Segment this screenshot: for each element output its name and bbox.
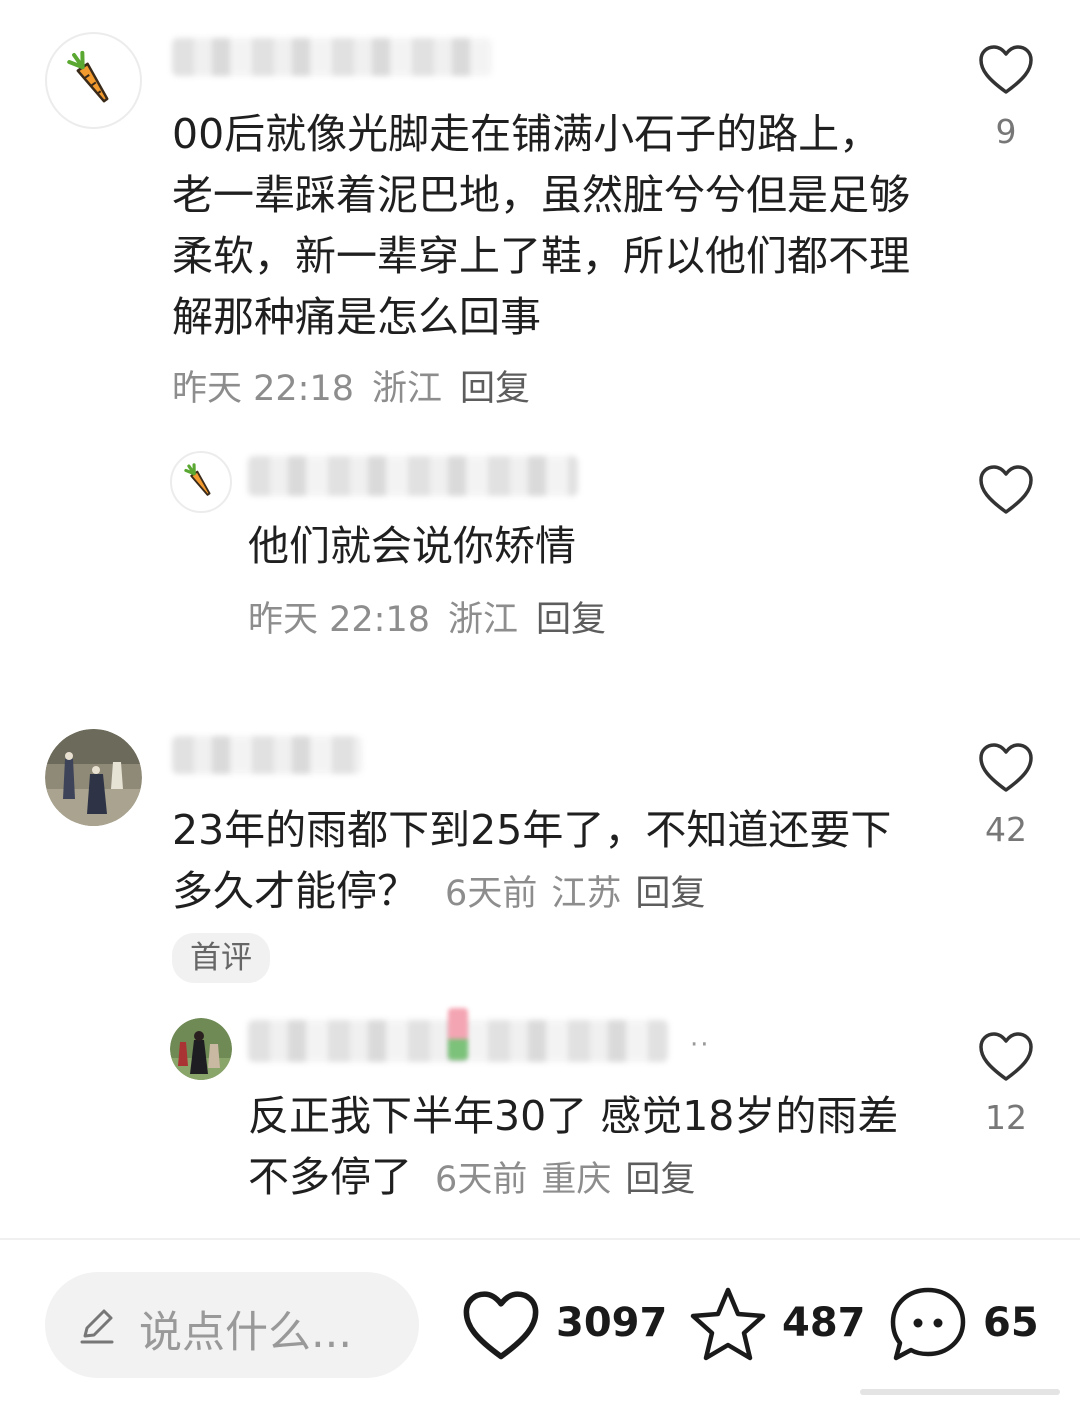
username-blurred[interactable]	[172, 736, 362, 774]
heart-outline-icon[interactable]	[462, 1290, 540, 1362]
chat-bubble-icon[interactable]	[888, 1285, 968, 1365]
like-count: 42	[985, 810, 1027, 849]
username-blurred[interactable]	[248, 456, 578, 496]
carrot-icon	[67, 50, 109, 103]
reply-location: 重庆	[541, 1160, 612, 1200]
comment-text: 00后就像光脚走在铺满小石子的路上，老一辈踩着泥巴地，虽然脏兮兮但是足够柔软，新…	[172, 110, 910, 341]
first-comment-badge: 首评	[172, 933, 270, 983]
blurred-emoji	[448, 1008, 468, 1060]
username-blurred[interactable]	[172, 38, 492, 76]
photo-avatar-icon	[45, 729, 142, 826]
like-total: 3097	[556, 1300, 668, 1346]
comment-time: 6天前	[445, 874, 538, 914]
pencil-icon	[80, 1309, 114, 1344]
star-outline-icon[interactable]	[688, 1285, 768, 1363]
reply-time: 昨天 22:18	[248, 600, 430, 640]
carrot-icon	[184, 463, 211, 496]
star-total: 487	[782, 1300, 866, 1346]
comment-text: 23年的雨都下到25年了，不知道还要下多久才能停？ 6天前 江苏 回复	[172, 800, 932, 925]
avatar[interactable]	[45, 729, 142, 826]
reply-location: 浙江	[448, 600, 519, 640]
comment-input-placeholder: 说点什么...	[139, 1308, 353, 1358]
avatar[interactable]	[170, 451, 232, 513]
heart-outline-icon[interactable]	[978, 1031, 1034, 1083]
reply-button[interactable]: 回复	[460, 369, 530, 409]
avatar[interactable]	[170, 1018, 232, 1080]
comment-total: 65	[983, 1300, 1039, 1346]
heart-outline-icon[interactable]	[978, 464, 1034, 516]
reply-text: 他们就会说你矫情	[248, 522, 576, 570]
reply-button[interactable]: 回复	[536, 600, 606, 640]
home-indicator	[860, 1389, 1060, 1395]
comment-location: 江苏	[551, 874, 622, 914]
comment-meta: 昨天 22:18 浙江 回复	[172, 360, 548, 411]
heart-outline-icon[interactable]	[978, 742, 1034, 794]
comment-time: 昨天 22:18	[172, 369, 354, 409]
photo-avatar-icon	[170, 1018, 232, 1080]
like-count: 12	[985, 1098, 1027, 1137]
more-icon[interactable]: ··	[690, 1030, 711, 1060]
like-count: 9	[995, 112, 1017, 151]
heart-outline-icon[interactable]	[978, 44, 1034, 96]
comment-input[interactable]: 说点什么...	[45, 1272, 419, 1378]
reply-button[interactable]: 回复	[635, 874, 705, 914]
reply-time: 6天前	[435, 1160, 528, 1200]
reply-text: 反正我下半年30了 感觉18岁的雨差不多停了 6天前 重庆 回复	[248, 1086, 918, 1211]
reply-meta: 昨天 22:18 浙江 回复	[248, 591, 624, 642]
reply-button[interactable]: 回复	[625, 1160, 695, 1200]
divider	[0, 1238, 1080, 1240]
comment-location: 浙江	[372, 369, 443, 409]
avatar[interactable]	[45, 32, 142, 129]
